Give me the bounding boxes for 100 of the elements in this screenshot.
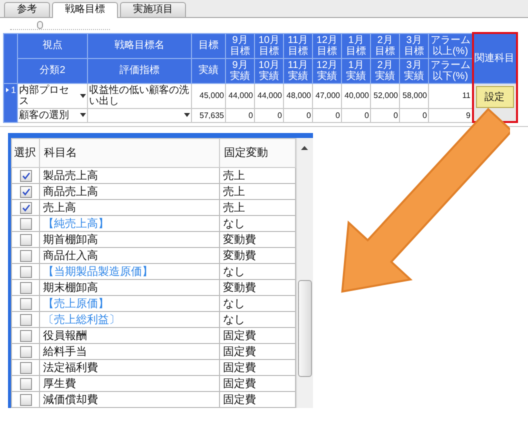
header-label: 実績	[346, 70, 366, 82]
column-header[interactable]: 目標	[192, 33, 226, 58]
checkbox[interactable]	[20, 202, 32, 214]
account-name: 法定福利費	[40, 360, 220, 376]
header-label: 実績	[375, 70, 395, 82]
cost-type: 変動費	[220, 280, 296, 296]
checkbox[interactable]	[20, 282, 32, 294]
account-name: 【当期製品製造原価】	[40, 264, 220, 280]
column-header[interactable]: 9月 実績	[226, 58, 254, 83]
account-name: 商品仕入高	[40, 248, 220, 264]
slider-thumb[interactable]	[37, 21, 43, 29]
column-header[interactable]: 3月 実績	[400, 58, 428, 83]
column-header[interactable]: 固定変動	[220, 138, 296, 168]
grid-cell: 58,000	[400, 83, 428, 108]
grid-cell: 0	[254, 108, 284, 122]
checkbox[interactable]	[20, 250, 32, 262]
column-header[interactable]: アラーム以上(%)	[428, 33, 472, 58]
cost-type: 売上	[220, 168, 296, 184]
checkbox[interactable]	[20, 266, 32, 278]
dropdown-icon[interactable]	[80, 113, 86, 117]
month-label: 3月	[406, 34, 422, 46]
month-label: 11月	[288, 60, 308, 70]
column-header[interactable]: 科目名	[40, 138, 220, 168]
column-header[interactable]: 10月 目標	[254, 33, 284, 58]
tab[interactable]: 実施項目	[120, 2, 186, 17]
column-header[interactable]: アラーム以下(%)	[428, 58, 472, 83]
column-header[interactable]: 評価指標	[88, 58, 192, 83]
cost-type: 固定費	[220, 344, 296, 360]
cost-type: なし	[220, 264, 296, 280]
month-label: 12月	[316, 34, 338, 46]
column-header[interactable]: 9月 目標	[226, 33, 254, 58]
column-header[interactable]: 視点	[18, 33, 88, 58]
cost-type: 固定費	[220, 392, 296, 408]
month-label: 10月	[258, 34, 280, 46]
checkbox[interactable]	[20, 186, 32, 198]
column-header[interactable]: 関連科目	[472, 33, 516, 83]
account-name: 売上高	[40, 200, 220, 216]
checkbox[interactable]	[20, 298, 32, 310]
header-label: 目標	[375, 46, 395, 56]
month-label: 12月	[316, 60, 338, 70]
row-header-corner	[4, 33, 18, 83]
cost-type: 変動費	[220, 232, 296, 248]
header-label: 実績	[404, 70, 424, 82]
column-header[interactable]: 11月 実績	[284, 58, 312, 83]
account-name: 期首棚卸高	[40, 232, 220, 248]
checkbox[interactable]	[20, 170, 32, 182]
grid-cell: 9	[428, 108, 472, 122]
tab[interactable]: 参考	[4, 2, 50, 17]
checkbox[interactable]	[20, 394, 32, 406]
header-label: 実績	[288, 70, 308, 82]
setting-button[interactable]: 設定	[476, 86, 514, 108]
column-header[interactable]: 2月 実績	[370, 58, 400, 83]
grid-cell: 44,000	[226, 83, 254, 108]
column-header[interactable]: 2月 目標	[370, 33, 400, 58]
slider-track[interactable]	[10, 21, 110, 30]
column-header[interactable]: 選択	[12, 138, 40, 168]
month-label: 1月	[348, 60, 364, 70]
column-header[interactable]: 11月 目標	[284, 33, 312, 58]
checkbox[interactable]	[20, 346, 32, 358]
checkbox[interactable]	[20, 314, 32, 326]
cost-type: 固定費	[220, 376, 296, 392]
month-label: 2月	[377, 60, 393, 70]
scrollbar[interactable]	[296, 138, 313, 408]
dropdown-icon[interactable]	[184, 113, 190, 117]
column-header[interactable]: 1月 実績	[342, 58, 370, 83]
scroll-up-icon[interactable]	[301, 146, 308, 150]
checkbox[interactable]	[20, 234, 32, 246]
header-label: 目標	[230, 46, 250, 56]
grid-cell: 顧客の選別	[18, 108, 88, 122]
month-label: 9月	[232, 34, 248, 46]
grid-cell: 収益性の低い顧客の洗い出し	[88, 83, 192, 108]
grid-cell: 0	[342, 108, 370, 122]
header-label: 実績	[259, 70, 279, 82]
grid-cell: 48,000	[284, 83, 312, 108]
grid-cell: 45,000	[192, 83, 226, 108]
column-header[interactable]: 実績	[192, 58, 226, 83]
checkbox[interactable]	[20, 218, 32, 230]
account-name: 役員報酬	[40, 328, 220, 344]
column-header[interactable]: 12月 実績	[312, 58, 342, 83]
checkbox[interactable]	[20, 378, 32, 390]
grid-cell: 57,635	[192, 108, 226, 122]
grid-cell: 44,000	[254, 83, 284, 108]
checkbox[interactable]	[20, 362, 32, 374]
column-header[interactable]: 分類2	[18, 58, 88, 83]
tab[interactable]: 戦略目標	[52, 2, 118, 18]
account-name: 期末棚卸高	[40, 280, 220, 296]
row-header[interactable]: 1	[4, 83, 18, 122]
dropdown-icon[interactable]	[80, 94, 86, 98]
grid-cell: 内部プロセス	[18, 83, 88, 108]
checkbox[interactable]	[20, 330, 32, 342]
column-header[interactable]: 3月 目標	[400, 33, 428, 58]
header-label: 目標	[259, 46, 279, 56]
column-header[interactable]: 10月 実績	[254, 58, 284, 83]
header-label: 目標	[288, 46, 308, 56]
column-header[interactable]: 戦略目標名	[88, 33, 192, 58]
cost-type: なし	[220, 216, 296, 232]
column-header[interactable]: 1月 目標	[342, 33, 370, 58]
column-header[interactable]: 12月 目標	[312, 33, 342, 58]
cost-type: 固定費	[220, 360, 296, 376]
grid-cell: 47,000	[312, 83, 342, 108]
